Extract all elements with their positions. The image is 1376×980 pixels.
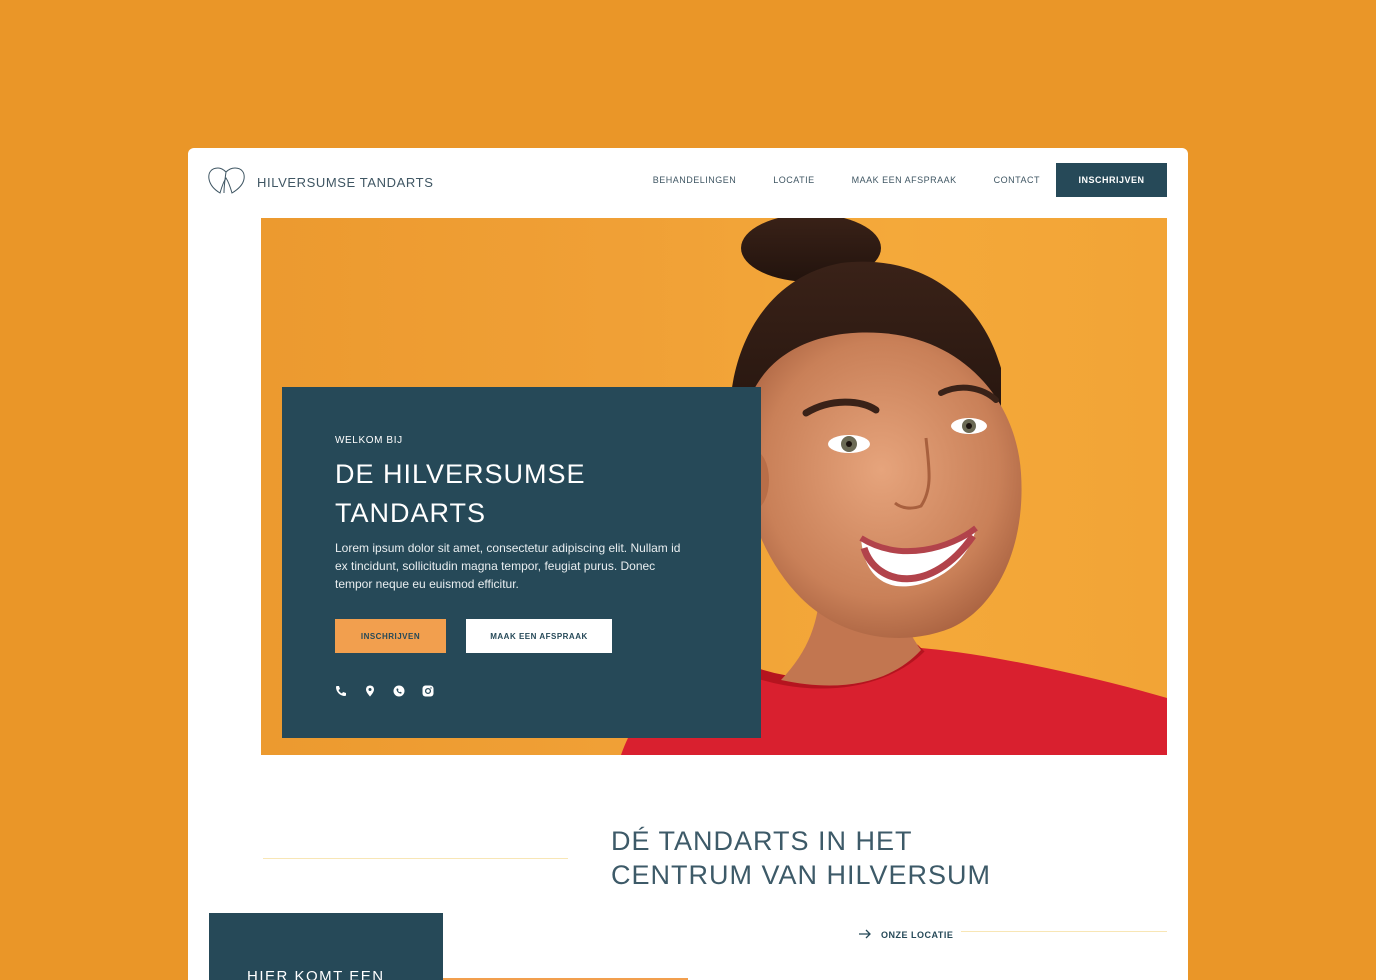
promo-text: HIER KOMT EEN — [247, 968, 385, 980]
brand-logo[interactable]: HILVERSUMSE TANDARTS — [208, 166, 433, 199]
promo-block: HIER KOMT EEN — [209, 913, 443, 980]
location-pin-icon[interactable] — [364, 685, 376, 697]
hero-title: DE HILVERSUMSE TANDARTS — [335, 459, 586, 528]
hero-appointment-button[interactable]: MAAK EEN AFSPRAAK — [466, 619, 612, 653]
brand-name: HILVERSUMSE TANDARTS — [257, 175, 434, 190]
social-links — [335, 685, 434, 697]
section-divider-left — [263, 858, 568, 859]
main-nav: BEHANDELINGEN LOCATIE MAAK EEN AFSPRAAK … — [653, 175, 1040, 185]
nav-item-contact[interactable]: CONTACT — [994, 175, 1040, 185]
whatsapp-icon[interactable] — [393, 685, 405, 697]
nav-item-behandelingen[interactable]: BEHANDELINGEN — [653, 175, 737, 185]
section-title: DÉ TANDARTS IN HET CENTRUM VAN HILVERSUM — [611, 826, 992, 890]
location-link[interactable]: ONZE LOCATIE — [858, 926, 953, 944]
phone-icon[interactable] — [335, 685, 347, 697]
nav-item-afspraak[interactable]: MAAK EEN AFSPRAAK — [852, 175, 957, 185]
location-link-label: ONZE LOCATIE — [881, 930, 954, 940]
header-signup-button[interactable]: INSCHRIJVEN — [1056, 163, 1167, 197]
arrow-right-icon — [858, 926, 872, 944]
instagram-icon[interactable] — [422, 685, 434, 697]
section-divider-right — [961, 931, 1167, 932]
hero-signup-button[interactable]: INSCHRIJVEN — [335, 619, 446, 653]
hero-eyebrow: WELKOM BIJ — [335, 435, 403, 446]
website-frame: HILVERSUMSE TANDARTS BEHANDELINGEN LOCAT… — [188, 148, 1188, 980]
hero-banner: WELKOM BIJ DE HILVERSUMSE TANDARTS Lorem… — [261, 218, 1167, 755]
tooth-outline-icon — [208, 166, 245, 199]
hero-description: Lorem ipsum dolor sit amet, consectetur … — [335, 541, 681, 591]
nav-item-locatie[interactable]: LOCATIE — [773, 175, 814, 185]
hero-panel: WELKOM BIJ DE HILVERSUMSE TANDARTS Lorem… — [282, 387, 761, 738]
